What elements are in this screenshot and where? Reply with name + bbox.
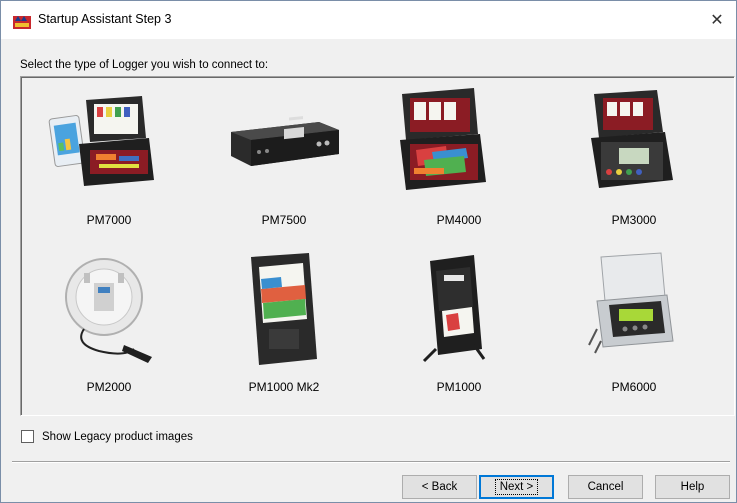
startup-assistant-dialog: Startup Assistant Step 3 ✕ Select the ty… [0,0,737,503]
logger-label: PM3000 [611,213,657,227]
logger-tile-pm1000mk2[interactable]: PM1000 Mk2 [199,249,369,404]
pm7000-device-image [48,96,154,186]
logger-label: PM7000 [86,213,132,227]
pm6000-device-image [588,252,674,354]
logger-tile-pm2000[interactable]: PM2000 [24,249,194,404]
logger-tile-pm7000[interactable]: PM7000 [24,82,194,237]
logger-tile-pm4000[interactable]: PM4000 [374,82,544,237]
pm1000mk2-device-image [251,253,317,365]
logger-label: PM2000 [86,380,132,394]
help-button[interactable]: Help [655,475,730,499]
back-button[interactable]: < Back [402,475,477,499]
cancel-button-label: Cancel [587,481,624,493]
logger-tile-pm3000[interactable]: PM3000 [549,82,719,237]
help-button-label: Help [680,481,705,493]
logger-tile-pm7500[interactable]: PM7500 [199,82,369,237]
pm4000-device-image [400,88,486,190]
logger-label: PM7500 [261,213,307,227]
pm7500-device-image [231,116,339,166]
footer-separator [12,461,730,463]
legacy-images-option[interactable]: Show Legacy product images [21,430,193,443]
back-button-label: < Back [421,481,458,493]
pm3000-device-image [591,90,673,188]
next-button-label: Next > [494,479,539,495]
cancel-button[interactable]: Cancel [568,475,643,499]
pm2000-device-image [65,258,152,363]
pm1000-device-image [422,255,486,363]
legacy-images-label: Show Legacy product images [42,430,193,443]
next-button[interactable]: Next > [479,475,554,499]
instruction-text: Select the type of Logger you wish to co… [20,59,269,71]
logger-label: PM6000 [611,380,657,394]
logger-label: PM4000 [436,213,482,227]
logger-label: PM1000 [436,380,482,394]
legacy-images-checkbox[interactable] [21,430,34,443]
close-icon: ✕ [710,12,724,29]
window-title: Startup Assistant Step 3 [38,12,172,26]
logger-selection-panel: PM7000 PM7500 PM4000 PM3000 PM2000 PM100… [20,76,735,416]
logger-label: PM1000 Mk2 [248,380,320,394]
close-button[interactable]: ✕ [698,1,736,39]
app-logo-icon [13,16,31,29]
logger-tile-pm1000[interactable]: PM1000 [374,249,544,404]
title-bar: Startup Assistant Step 3 ✕ [1,1,736,39]
logger-tile-pm6000[interactable]: PM6000 [549,249,719,404]
